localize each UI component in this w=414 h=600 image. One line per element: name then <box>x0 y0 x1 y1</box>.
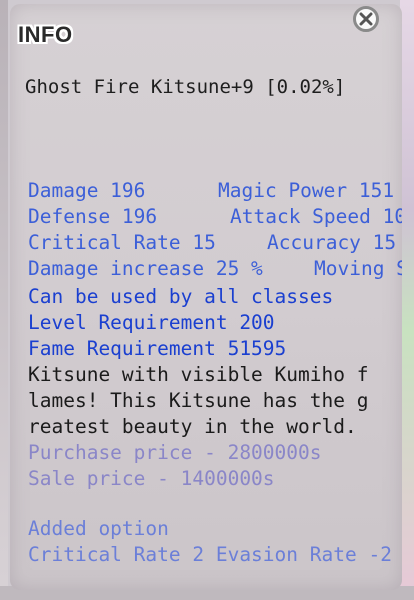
stat-moving-speed: Moving S <box>314 257 402 280</box>
stat-accuracy: Accuracy 15 <box>267 231 397 254</box>
description-line: lames! This Kitsune has the g <box>28 389 369 412</box>
item-info-panel: INFO Ghost Fire Kitsune+9 [0.02%] Damage… <box>10 4 402 590</box>
stat-attack-speed: Attack Speed 10 <box>230 205 402 228</box>
close-icon <box>359 12 373 26</box>
close-button[interactable] <box>353 6 379 32</box>
item-name: Ghost Fire Kitsune+9 [0.02%] <box>25 76 346 98</box>
fame-requirement: Fame Requirement 51595 <box>28 337 287 360</box>
description-line: reatest beauty in the world. <box>28 415 357 438</box>
background-right <box>400 0 414 600</box>
stat-damage: Damage 196 <box>28 179 146 202</box>
level-requirement: Level Requirement 200 <box>28 311 275 334</box>
stat-magic-power: Magic Power 151 <box>218 179 395 202</box>
sale-price: Sale price - 1400000s <box>28 467 275 490</box>
background-left <box>0 0 8 600</box>
panel-title: INFO <box>18 22 73 47</box>
purchase-price: Purchase price - 2800000s <box>28 441 322 464</box>
stat-critical-rate: Critical Rate 15 <box>28 231 216 254</box>
class-restriction: Can be used by all classes <box>28 285 334 308</box>
stat-defense: Defense 196 <box>28 205 158 228</box>
added-option-values: Critical Rate 2 Evasion Rate -2 <box>28 543 392 566</box>
description-line: Kitsune with visible Kumiho f <box>28 363 369 386</box>
stat-damage-increase: Damage increase 25 % <box>28 257 263 280</box>
added-option-label: Added option <box>28 517 169 540</box>
